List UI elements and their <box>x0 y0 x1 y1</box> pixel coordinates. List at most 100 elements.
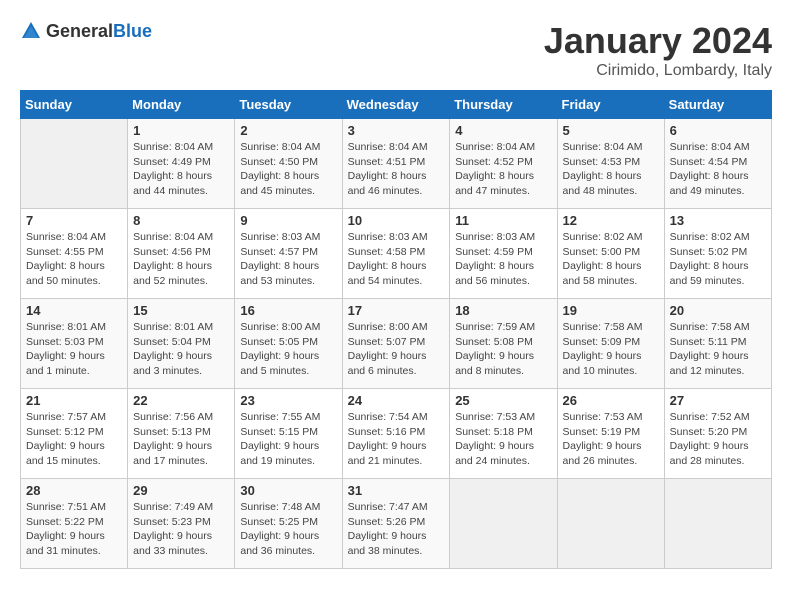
weekday-header-thursday: Thursday <box>450 91 557 119</box>
day-info: Sunrise: 7:57 AMSunset: 5:12 PMDaylight:… <box>26 410 122 469</box>
weekday-header-tuesday: Tuesday <box>235 91 342 119</box>
calendar-cell: 1 Sunrise: 8:04 AMSunset: 4:49 PMDaylight… <box>128 119 235 209</box>
day-info: Sunrise: 7:53 AMSunset: 5:18 PMDaylight:… <box>455 410 551 469</box>
day-info: Sunrise: 7:48 AMSunset: 5:25 PMDaylight:… <box>240 500 336 559</box>
day-info: Sunrise: 8:01 AMSunset: 5:04 PMDaylight:… <box>133 320 229 379</box>
calendar-week-2: 14 Sunrise: 8:01 AMSunset: 5:03 PMDayligh… <box>21 299 772 389</box>
day-number: 13 <box>670 213 766 228</box>
day-number: 22 <box>133 393 229 408</box>
calendar-cell: 5 Sunrise: 8:04 AMSunset: 4:53 PMDaylight… <box>557 119 664 209</box>
calendar-cell: 11 Sunrise: 8:03 AMSunset: 4:59 PMDayligh… <box>450 209 557 299</box>
location-title: Cirimido, Lombardy, Italy <box>544 62 772 80</box>
day-number: 6 <box>670 123 766 138</box>
calendar-cell: 30 Sunrise: 7:48 AMSunset: 5:25 PMDayligh… <box>235 479 342 569</box>
day-info: Sunrise: 8:04 AMSunset: 4:54 PMDaylight:… <box>670 140 766 199</box>
day-info: Sunrise: 7:55 AMSunset: 5:15 PMDaylight:… <box>240 410 336 469</box>
day-info: Sunrise: 8:04 AMSunset: 4:51 PMDaylight:… <box>348 140 445 199</box>
day-info: Sunrise: 8:03 AMSunset: 4:59 PMDaylight:… <box>455 230 551 289</box>
day-info: Sunrise: 8:04 AMSunset: 4:53 PMDaylight:… <box>563 140 659 199</box>
day-number: 19 <box>563 303 659 318</box>
day-info: Sunrise: 7:59 AMSunset: 5:08 PMDaylight:… <box>455 320 551 379</box>
day-info: Sunrise: 7:53 AMSunset: 5:19 PMDaylight:… <box>563 410 659 469</box>
calendar-week-0: 1 Sunrise: 8:04 AMSunset: 4:49 PMDaylight… <box>21 119 772 209</box>
day-number: 5 <box>563 123 659 138</box>
calendar-cell: 21 Sunrise: 7:57 AMSunset: 5:12 PMDayligh… <box>21 389 128 479</box>
weekday-header-friday: Friday <box>557 91 664 119</box>
day-number: 8 <box>133 213 229 228</box>
calendar-cell: 31 Sunrise: 7:47 AMSunset: 5:26 PMDayligh… <box>342 479 450 569</box>
day-number: 14 <box>26 303 122 318</box>
day-number: 21 <box>26 393 122 408</box>
calendar-cell <box>557 479 664 569</box>
day-info: Sunrise: 8:01 AMSunset: 5:03 PMDaylight:… <box>26 320 122 379</box>
calendar-week-3: 21 Sunrise: 7:57 AMSunset: 5:12 PMDayligh… <box>21 389 772 479</box>
day-number: 4 <box>455 123 551 138</box>
day-info: Sunrise: 7:47 AMSunset: 5:26 PMDaylight:… <box>348 500 445 559</box>
day-info: Sunrise: 8:04 AMSunset: 4:49 PMDaylight:… <box>133 140 229 199</box>
day-number: 16 <box>240 303 336 318</box>
calendar-cell: 12Sunrise: 8:02 AMSunset: 5:00 PMDayligh… <box>557 209 664 299</box>
day-number: 7 <box>26 213 122 228</box>
month-title: January 2024 <box>544 20 772 62</box>
calendar-week-4: 28 Sunrise: 7:51 AMSunset: 5:22 PMDayligh… <box>21 479 772 569</box>
logo-icon <box>20 20 42 42</box>
calendar-table: SundayMondayTuesdayWednesdayThursdayFrid… <box>20 90 772 569</box>
calendar-cell: 20 Sunrise: 7:58 AMSunset: 5:11 PMDayligh… <box>664 299 771 389</box>
day-info: Sunrise: 7:49 AMSunset: 5:23 PMDaylight:… <box>133 500 229 559</box>
calendar-cell: 4 Sunrise: 8:04 AMSunset: 4:52 PMDaylight… <box>450 119 557 209</box>
day-number: 23 <box>240 393 336 408</box>
calendar-cell: 22 Sunrise: 7:56 AMSunset: 5:13 PMDayligh… <box>128 389 235 479</box>
day-number: 30 <box>240 483 336 498</box>
day-info: Sunrise: 7:58 AMSunset: 5:09 PMDaylight:… <box>563 320 659 379</box>
day-number: 25 <box>455 393 551 408</box>
calendar-cell: 18Sunrise: 7:59 AMSunset: 5:08 PMDayligh… <box>450 299 557 389</box>
calendar-cell: 2Sunrise: 8:04 AMSunset: 4:50 PMDaylight… <box>235 119 342 209</box>
calendar-cell: 28 Sunrise: 7:51 AMSunset: 5:22 PMDayligh… <box>21 479 128 569</box>
calendar-cell: 14 Sunrise: 8:01 AMSunset: 5:03 PMDayligh… <box>21 299 128 389</box>
calendar-cell: 13 Sunrise: 8:02 AMSunset: 5:02 PMDayligh… <box>664 209 771 299</box>
calendar-cell: 25 Sunrise: 7:53 AMSunset: 5:18 PMDayligh… <box>450 389 557 479</box>
day-number: 10 <box>348 213 445 228</box>
day-info: Sunrise: 7:58 AMSunset: 5:11 PMDaylight:… <box>670 320 766 379</box>
day-number: 20 <box>670 303 766 318</box>
weekday-header-saturday: Saturday <box>664 91 771 119</box>
calendar-cell: 16 Sunrise: 8:00 AMSunset: 5:05 PMDayligh… <box>235 299 342 389</box>
day-number: 27 <box>670 393 766 408</box>
day-number: 1 <box>133 123 229 138</box>
day-number: 9 <box>240 213 336 228</box>
day-info: Sunrise: 8:02 AMSunset: 5:02 PMDaylight:… <box>670 230 766 289</box>
calendar-cell: 7 Sunrise: 8:04 AMSunset: 4:55 PMDaylight… <box>21 209 128 299</box>
day-info: Sunrise: 8:04 AMSunset: 4:55 PMDaylight:… <box>26 230 122 289</box>
calendar-body: 1 Sunrise: 8:04 AMSunset: 4:49 PMDaylight… <box>21 119 772 569</box>
weekday-row: SundayMondayTuesdayWednesdayThursdayFrid… <box>21 91 772 119</box>
day-info: Sunrise: 8:03 AMSunset: 4:58 PMDaylight:… <box>348 230 445 289</box>
day-info: Sunrise: 7:56 AMSunset: 5:13 PMDaylight:… <box>133 410 229 469</box>
day-number: 11 <box>455 213 551 228</box>
day-number: 26 <box>563 393 659 408</box>
day-number: 15 <box>133 303 229 318</box>
day-number: 17 <box>348 303 445 318</box>
day-number: 31 <box>348 483 445 498</box>
day-info: Sunrise: 8:04 AMSunset: 4:52 PMDaylight:… <box>455 140 551 199</box>
day-info: Sunrise: 8:00 AMSunset: 5:05 PMDaylight:… <box>240 320 336 379</box>
calendar-cell <box>664 479 771 569</box>
calendar-cell: 6 Sunrise: 8:04 AMSunset: 4:54 PMDaylight… <box>664 119 771 209</box>
weekday-header-wednesday: Wednesday <box>342 91 450 119</box>
calendar-cell: 19 Sunrise: 7:58 AMSunset: 5:09 PMDayligh… <box>557 299 664 389</box>
day-number: 24 <box>348 393 445 408</box>
logo-text-blue: Blue <box>113 21 152 41</box>
calendar-cell: 3Sunrise: 8:04 AMSunset: 4:51 PMDaylight… <box>342 119 450 209</box>
day-info: Sunrise: 8:03 AMSunset: 4:57 PMDaylight:… <box>240 230 336 289</box>
calendar-cell: 24Sunrise: 7:54 AMSunset: 5:16 PMDayligh… <box>342 389 450 479</box>
day-info: Sunrise: 8:00 AMSunset: 5:07 PMDaylight:… <box>348 320 445 379</box>
calendar-cell: 23 Sunrise: 7:55 AMSunset: 5:15 PMDayligh… <box>235 389 342 479</box>
day-number: 28 <box>26 483 122 498</box>
day-info: Sunrise: 7:51 AMSunset: 5:22 PMDaylight:… <box>26 500 122 559</box>
logo-text-general: General <box>46 21 113 41</box>
day-info: Sunrise: 8:02 AMSunset: 5:00 PMDaylight:… <box>563 230 659 289</box>
calendar-cell <box>21 119 128 209</box>
day-number: 2 <box>240 123 336 138</box>
calendar-header: SundayMondayTuesdayWednesdayThursdayFrid… <box>21 91 772 119</box>
weekday-header-monday: Monday <box>128 91 235 119</box>
weekday-header-sunday: Sunday <box>21 91 128 119</box>
